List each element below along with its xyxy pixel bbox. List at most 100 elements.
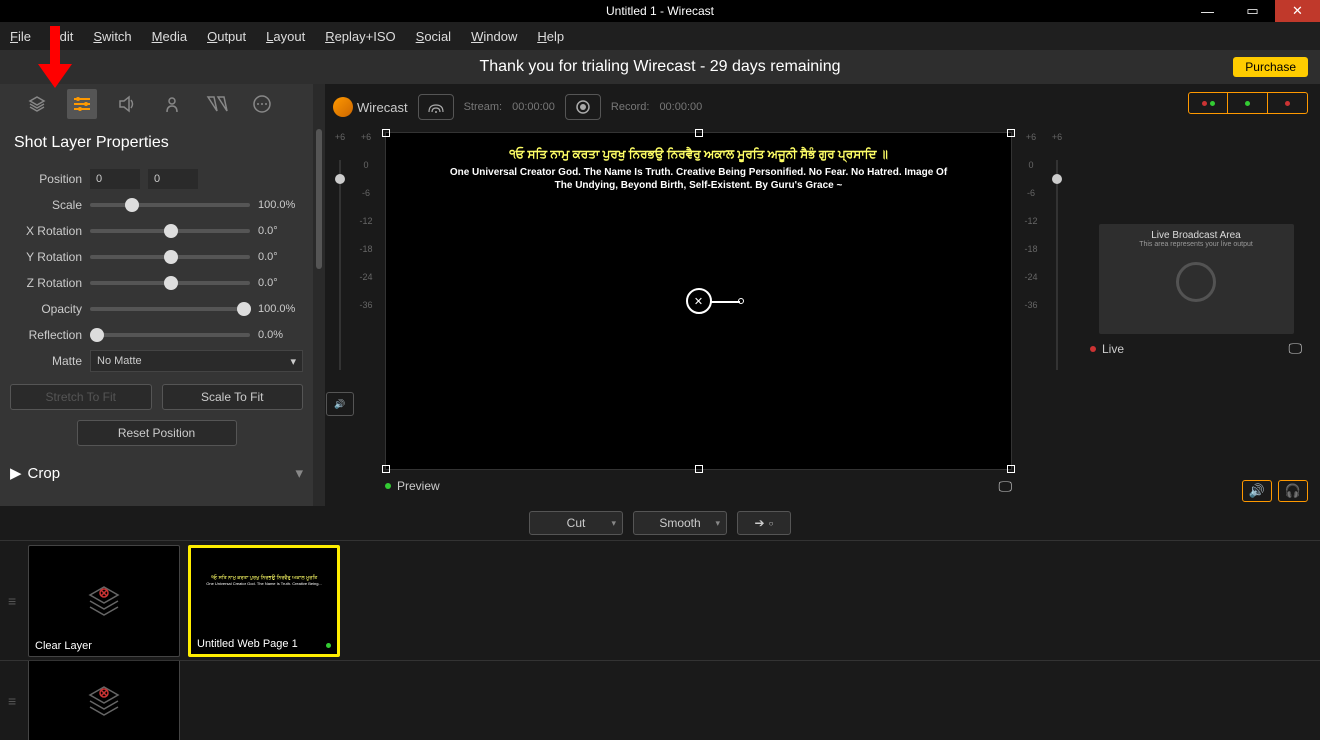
- opacity-label: Opacity: [10, 302, 82, 316]
- chevron-down-icon: ▾: [290, 355, 296, 368]
- smooth-button[interactable]: Smooth▾: [633, 511, 727, 535]
- tab-layers-icon[interactable]: [22, 89, 52, 119]
- stream-label: Stream:: [464, 101, 503, 113]
- arrow-right-icon: ➔: [755, 516, 765, 530]
- caret-down-icon: ▾: [611, 518, 616, 529]
- titlebar: Untitled 1 - Wirecast — ▭ ✕: [0, 0, 1320, 22]
- menubar: File Edit Switch Media Output Layout Rep…: [0, 22, 1320, 50]
- chevron-down-icon: ▾: [295, 464, 303, 482]
- menu-switch[interactable]: Switch: [93, 29, 131, 44]
- menu-layout[interactable]: Layout: [266, 29, 305, 44]
- menu-file[interactable]: File: [10, 29, 31, 44]
- layer-row-1: ≡ Clear Layer ੧ਓ ਸਤਿ ਨਾਮੁ ਕਰਤਾ ਪੁਰਖੁ ਨਿਰ…: [0, 540, 1320, 660]
- light-green[interactable]: [1228, 92, 1268, 114]
- menu-replay[interactable]: Replay+ISO: [325, 29, 395, 44]
- reset-position-button[interactable]: Reset Position: [77, 420, 237, 446]
- position-x-input[interactable]: [90, 169, 140, 189]
- live-subtitle: This area represents your live output: [1139, 241, 1253, 248]
- light-red[interactable]: [1268, 92, 1308, 114]
- live-status-dot: [1090, 346, 1096, 352]
- xrot-slider[interactable]: [90, 229, 250, 233]
- live-panel: +60-6-12-18-24-36 +6 Live Broadcast Area…: [1020, 84, 1320, 506]
- meter-scale-left: +60-6-12-18-24-36: [355, 84, 377, 506]
- transform-pivot[interactable]: ✕: [686, 288, 712, 314]
- shot-untitled-web-page[interactable]: ੧ਓ ਸਤਿ ਨਾਮੁ ਕਰਤਾ ਪੁਰਖੁ ਨਿਰਭਉ ਨਿਰਵੈਰੁ ਅਕਾ…: [188, 545, 340, 657]
- layer-drag-handle[interactable]: ≡: [8, 593, 20, 609]
- meter-scale-right: +60-6-12-18-24-36: [1020, 84, 1042, 506]
- layers-area: ≡ Clear Layer ੧ਓ ਸਤਿ ਨਾਮੁ ਕਰਤਾ ਪੁਰਖੁ ਨਿਰ…: [0, 540, 1320, 740]
- tab-properties-icon[interactable]: [67, 89, 97, 119]
- layer-row-2: ≡: [0, 660, 1320, 740]
- menu-window[interactable]: Window: [471, 29, 517, 44]
- yrot-slider[interactable]: [90, 255, 250, 259]
- scale-slider[interactable]: [90, 203, 250, 207]
- shot-clear-layer[interactable]: Clear Layer: [28, 545, 180, 657]
- layer-drag-handle[interactable]: ≡: [8, 693, 20, 709]
- menu-media[interactable]: Media: [152, 29, 187, 44]
- preview-canvas[interactable]: ੧ਓ ਸਤਿ ਨਾਮੁ ਕਰਤਾ ਪੁਰਖੁ ਨਿਰਭਉ ਨਿਰਵੈਰੁ ਅਕਾ…: [385, 132, 1012, 470]
- live-label: Live: [1102, 342, 1124, 356]
- shot-active-dot: [326, 643, 331, 648]
- menu-output[interactable]: Output: [207, 29, 246, 44]
- reflection-slider[interactable]: [90, 333, 250, 337]
- matte-select[interactable]: No Matte▾: [90, 350, 303, 372]
- shot-clear-layer-2[interactable]: [28, 660, 180, 740]
- stretch-to-fit-button[interactable]: Stretch To Fit: [10, 384, 152, 410]
- matte-label: Matte: [10, 354, 82, 368]
- preview-text-english: One Universal Creator God. The Name Is T…: [449, 166, 949, 192]
- position-y-input[interactable]: [148, 169, 198, 189]
- maximize-button[interactable]: ▭: [1230, 0, 1275, 22]
- purchase-button[interactable]: Purchase: [1233, 57, 1308, 77]
- window-title: Untitled 1 - Wirecast: [606, 4, 714, 18]
- preview-panel: Wirecast Stream: 00:00:00 Record: 00:00:…: [325, 84, 1020, 506]
- close-button[interactable]: ✕: [1275, 0, 1320, 22]
- position-label: Position: [10, 172, 82, 186]
- record-button[interactable]: [565, 94, 601, 120]
- xrot-value: 0.0°: [258, 225, 303, 237]
- panel-scrollbar[interactable]: [313, 84, 325, 506]
- stream-button[interactable]: [418, 94, 454, 120]
- monitor-icon[interactable]: 🖵: [1289, 340, 1303, 357]
- go-button[interactable]: ➔○: [737, 511, 791, 535]
- transition-bar: Cut▾ Smooth▾ ➔○: [0, 506, 1320, 540]
- tab-chroma-icon[interactable]: [157, 89, 187, 119]
- scale-to-fit-button[interactable]: Scale To Fit: [162, 384, 304, 410]
- wirecast-logo-ghost: [1176, 262, 1216, 302]
- yrot-value: 0.0°: [258, 251, 303, 263]
- reflection-label: Reflection: [10, 328, 82, 342]
- scale-value: 100.0%: [258, 199, 303, 211]
- cut-button[interactable]: Cut▾: [529, 511, 623, 535]
- monitor-icon[interactable]: 🖵: [999, 478, 1013, 495]
- light-red-green[interactable]: [1188, 92, 1228, 114]
- zrot-label: Z Rotation: [10, 276, 82, 290]
- layers-icon: [84, 581, 124, 621]
- output-audio-button[interactable]: 🔊: [1242, 480, 1272, 502]
- tab-more-icon[interactable]: [247, 89, 277, 119]
- menu-help[interactable]: Help: [537, 29, 564, 44]
- xrot-label: X Rotation: [10, 224, 82, 238]
- preview-mute-button[interactable]: 🔊: [326, 392, 354, 416]
- reflection-value: 0.0%: [258, 329, 303, 341]
- preview-audio-meter: +6 🔊: [325, 84, 355, 506]
- zrot-slider[interactable]: [90, 281, 250, 285]
- preview-text-punjabi: ੧ਓ ਸਤਿ ਨਾਮੁ ਕਰਤਾ ਪੁਰਖੁ ਨਿਰਭਉ ਨਿਰਵੈਰੁ ਅਕਾ…: [509, 147, 888, 162]
- menu-social[interactable]: Social: [416, 29, 451, 44]
- thumb-preview-text-2: One Universal Creator God. The Name Is T…: [206, 581, 322, 586]
- stream-time: 00:00:00: [512, 101, 555, 113]
- opacity-slider[interactable]: [90, 307, 250, 311]
- tab-audio-icon[interactable]: [112, 89, 142, 119]
- shot-label: Untitled Web Page 1: [197, 638, 298, 650]
- shot-label: Clear Layer: [35, 640, 92, 652]
- tab-filter-icon[interactable]: [202, 89, 232, 119]
- live-audio-meter: +6: [1042, 84, 1072, 506]
- preview-status-dot: [385, 483, 391, 489]
- triangle-right-icon: ▶: [10, 464, 22, 482]
- headphones-button[interactable]: 🎧: [1278, 480, 1308, 502]
- layers-icon: [84, 681, 124, 721]
- preview-label: Preview: [397, 479, 440, 493]
- crop-section-header[interactable]: ▶ Crop ▾: [10, 464, 303, 482]
- minimize-button[interactable]: —: [1185, 0, 1230, 22]
- properties-panel: Shot Layer Properties Position Scale 100…: [0, 84, 325, 506]
- trial-message: Thank you for trialing Wirecast - 29 day…: [479, 58, 840, 76]
- scale-label: Scale: [10, 198, 82, 212]
